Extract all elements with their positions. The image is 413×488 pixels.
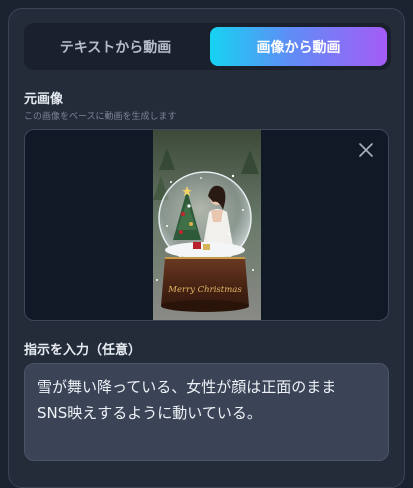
instruction-label: 指示を入力（任意） [24, 343, 142, 358]
mode-tabs: テキストから動画 画像から動画 [24, 23, 391, 70]
source-image-dropzone[interactable]: Merry Christmas [24, 129, 389, 321]
instruction-textarea[interactable]: 雪が舞い降っている、女性が顔は正面のまま SNS映えするように動いている。 [24, 363, 389, 461]
source-image-subtitle: この画像をベースに動画を生成します [24, 112, 177, 122]
tab-text-to-video[interactable]: テキストから動画 [28, 27, 203, 66]
close-icon[interactable] [356, 140, 376, 160]
tab-image-to-video[interactable]: 画像から動画 [210, 27, 387, 66]
source-image-thumbnail: Merry Christmas [153, 130, 261, 320]
thumbnail-caption: Merry Christmas [167, 285, 242, 295]
source-image-title: 元画像 [24, 92, 64, 107]
